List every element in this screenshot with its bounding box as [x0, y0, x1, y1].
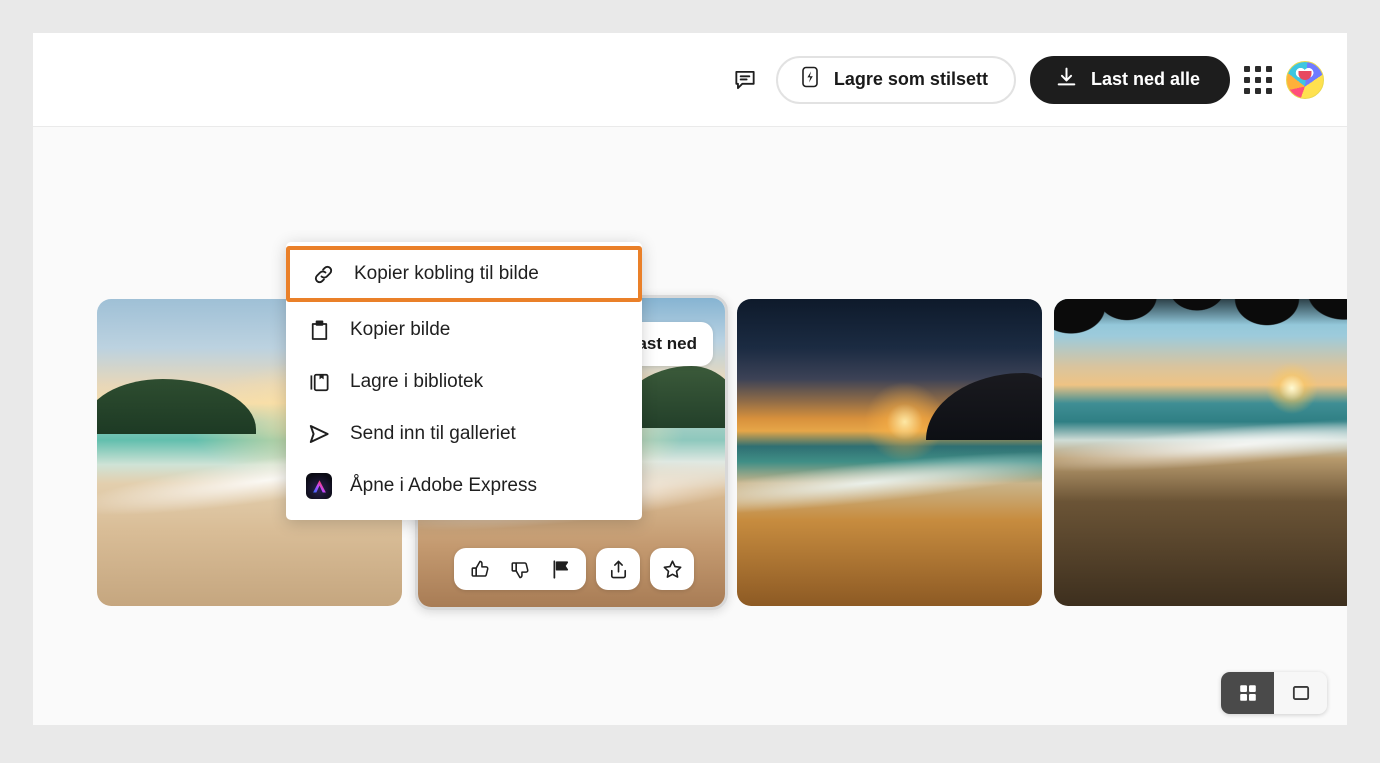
grid-dot — [1266, 76, 1272, 83]
save-as-style-label: Lagre som stilsett — [833, 69, 988, 89]
favorite-button[interactable] — [652, 549, 692, 589]
application-window: Lagre som stilsett Last ned alle Last ne… — [33, 33, 1347, 725]
image-gallery: Last ned — [33, 127, 1347, 725]
favorite-group — [650, 548, 694, 590]
adobe-express-icon — [306, 473, 332, 499]
grid-dot — [1255, 65, 1261, 72]
grid-dot — [1244, 65, 1250, 72]
lightning-bolt-icon — [798, 65, 822, 94]
grid-dot — [1266, 65, 1272, 72]
grid-dot — [1255, 76, 1261, 83]
grid-dot — [1255, 87, 1261, 94]
grid-view-icon — [1239, 685, 1256, 701]
flag-icon — [553, 559, 568, 579]
menu-item-open-in-adobe-express[interactable]: Åpne i Adobe Express — [286, 460, 642, 512]
comment-icon — [735, 70, 755, 89]
app-grid-icon[interactable] — [1244, 65, 1272, 94]
grid-dot — [1266, 87, 1272, 94]
like-button[interactable] — [460, 549, 500, 589]
star-icon — [663, 559, 681, 578]
single-view-button[interactable] — [1274, 672, 1327, 714]
link-icon — [310, 262, 336, 287]
view-mode-toggle — [1221, 672, 1327, 714]
menu-item-copy-image[interactable]: Kopier bilde — [286, 304, 642, 356]
menu-item-label: Lagre i bibliotek — [350, 371, 484, 392]
menu-item-label: Kopier kobling til bilde — [354, 263, 539, 284]
menu-item-save-to-library[interactable]: Lagre i bibliotek — [286, 356, 642, 408]
feedback-group — [454, 548, 586, 590]
gallery-card-4[interactable] — [1054, 299, 1347, 606]
sunset-through-palm-silhouette-image — [1054, 299, 1347, 606]
image-context-menu: Kopier kobling til bilde Kopier bilde La… — [286, 242, 642, 520]
avatar[interactable] — [1286, 60, 1324, 99]
download-icon — [1054, 65, 1079, 95]
adobe-express-badge — [306, 473, 332, 499]
share-button[interactable] — [598, 549, 638, 589]
card-action-toolbar — [454, 548, 694, 590]
menu-item-submit-to-gallery[interactable]: Send inn til galleriet — [286, 408, 642, 460]
library-save-icon — [306, 370, 332, 395]
share-group — [596, 548, 640, 590]
single-view-icon — [1292, 686, 1309, 700]
grid-dot — [1244, 76, 1250, 83]
share-icon — [610, 560, 626, 578]
feedback-button[interactable] — [728, 63, 762, 97]
download-all-label: Last ned alle — [1090, 69, 1200, 89]
dramatic-sunset-over-ocean-image — [737, 299, 1042, 606]
gallery-card-3[interactable] — [737, 299, 1042, 606]
thumbs-up-icon — [470, 560, 489, 577]
send-icon — [306, 421, 332, 447]
save-as-style-button[interactable]: Lagre som stilsett — [775, 55, 1016, 104]
menu-item-copy-image-link[interactable]: Kopier kobling til bilde — [286, 246, 642, 302]
express-a-glyph — [312, 479, 326, 492]
app-header: Lagre som stilsett Last ned alle — [33, 33, 1347, 127]
menu-item-label: Kopier bilde — [350, 319, 451, 340]
menu-item-label: Åpne i Adobe Express — [350, 475, 537, 496]
grid-dot — [1244, 87, 1250, 94]
thumbs-down-icon — [510, 561, 529, 578]
download-all-button[interactable]: Last ned alle — [1029, 55, 1230, 104]
dislike-button[interactable] — [500, 549, 540, 589]
clipboard-icon — [306, 318, 332, 343]
menu-item-label: Send inn til galleriet — [350, 423, 516, 444]
grid-view-button[interactable] — [1221, 672, 1274, 714]
report-button[interactable] — [540, 549, 580, 589]
header-actions: Lagre som stilsett Last ned alle — [728, 33, 1324, 126]
